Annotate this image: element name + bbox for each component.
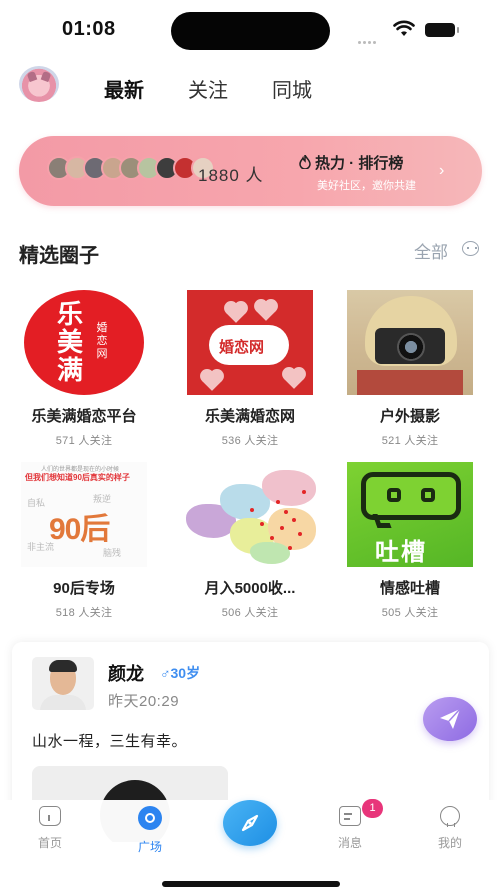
ranking-title: 热力 · 排行榜 xyxy=(299,152,403,173)
publish-button[interactable] xyxy=(423,697,477,741)
circle-followers: 571 人关注 xyxy=(55,435,113,447)
circle-followers: 506 人关注 xyxy=(221,607,279,619)
square-icon xyxy=(138,806,162,830)
circle-name: 月入5000收... xyxy=(204,580,296,597)
author-name[interactable]: 颜龙 xyxy=(108,660,144,686)
circle-logo-hunlian: 婚恋网 xyxy=(187,290,313,395)
message-icon xyxy=(339,806,361,826)
tab-latest[interactable]: 最新 xyxy=(104,74,144,103)
ranking-title-text: 热力 · 排行榜 xyxy=(315,155,404,172)
chevron-right-icon: › xyxy=(439,162,445,179)
view-all-link[interactable]: 全部 xyxy=(414,238,448,263)
my-avatar[interactable] xyxy=(19,66,59,102)
logo-text: 乐美满 xyxy=(56,299,83,385)
circle-photo-outdoor xyxy=(347,290,473,395)
message-badge: 1 xyxy=(362,799,383,818)
circle-logo-90s: 人们的世界都是现在的小时候 但我们想知道90后真实的样子 自私 叛逆 非主流 脑… xyxy=(21,462,147,567)
logo-subtext: 婚恋网 xyxy=(96,322,108,360)
logo-headline: 但我们想知道90后真实的样子 xyxy=(25,473,130,482)
section-title: 精选圈子 xyxy=(19,245,99,267)
paper-plane-icon xyxy=(440,708,461,729)
tab-label: 消息 xyxy=(337,836,362,850)
fire-icon xyxy=(299,155,311,169)
circle-logo-tucao: 吐槽 xyxy=(347,462,473,567)
circle-logo-lemeiman: 乐美满 婚恋网 xyxy=(21,290,147,395)
circle-card[interactable]: 户外摄影 521 人关注 xyxy=(340,290,480,448)
post-time: 昨天20:29 xyxy=(108,693,180,710)
circle-card[interactable]: 人们的世界都是现在的小时候 但我们想知道90后真实的样子 自私 叛逆 非主流 脑… xyxy=(14,462,154,620)
signal-icon xyxy=(358,31,378,49)
tab-following[interactable]: 关注 xyxy=(188,74,228,103)
compass-icon xyxy=(241,814,259,832)
circle-name: 90后专场 xyxy=(53,580,115,597)
circle-name: 乐美满婚恋网 xyxy=(204,408,295,425)
circle-card[interactable]: 乐美满 婚恋网 乐美满婚恋平台 571 人关注 xyxy=(14,290,154,448)
gender-age-badge: ♂30岁 xyxy=(160,665,201,681)
circle-followers: 518 人关注 xyxy=(55,607,113,619)
circle-followers: 521 人关注 xyxy=(381,435,439,447)
circle-name: 情感吐槽 xyxy=(379,580,440,597)
circle-card[interactable]: 婚恋网 乐美满婚恋网 536 人关注 xyxy=(180,290,320,448)
discover-button[interactable] xyxy=(223,800,277,846)
logo-text: 婚恋网 xyxy=(219,339,265,356)
circle-name: 乐美满婚恋平台 xyxy=(31,408,137,425)
tab-label: 首页 xyxy=(37,836,62,850)
battery-icon xyxy=(425,23,459,37)
author-avatar[interactable] xyxy=(32,657,94,710)
wifi-icon xyxy=(393,20,415,36)
post-text: 山水一程，三生有幸。 xyxy=(32,733,188,750)
chat-bubble-icon[interactable] xyxy=(462,241,479,256)
status-bar: 01:08 xyxy=(0,0,501,58)
tab-profile[interactable]: 我的 xyxy=(420,806,480,851)
circle-card[interactable]: 月入5000收... 506 人关注 xyxy=(180,462,322,620)
dynamic-island xyxy=(171,12,330,50)
circle-followers: 536 人关注 xyxy=(221,435,279,447)
tab-home[interactable]: 首页 xyxy=(20,806,80,851)
circle-name: 户外摄影 xyxy=(379,408,440,425)
logo-text: 90后 xyxy=(49,513,110,546)
tab-label: 我的 xyxy=(437,836,462,850)
logo-text: 吐槽 xyxy=(375,539,427,566)
circle-card[interactable]: 吐槽 情感吐槽 505 人关注 xyxy=(340,462,480,620)
circle-followers: 505 人关注 xyxy=(381,607,439,619)
member-avatar-stack xyxy=(47,156,215,182)
ranking-banner[interactable]: 1880 人 热力 · 排行榜 美好社区，邀你共建 › xyxy=(19,136,482,206)
tab-same-city[interactable]: 同城 xyxy=(272,74,312,103)
tab-label: 广场 xyxy=(137,840,162,854)
home-indicator xyxy=(162,881,340,887)
ranking-subtitle: 美好社区，邀你共建 xyxy=(317,180,416,192)
profile-icon xyxy=(440,806,460,827)
status-time: 01:08 xyxy=(62,18,116,40)
home-icon xyxy=(39,806,61,826)
member-count: 1880 人 xyxy=(198,166,264,185)
circle-image-map xyxy=(180,462,322,567)
tab-square[interactable]: 广场 xyxy=(120,806,180,855)
